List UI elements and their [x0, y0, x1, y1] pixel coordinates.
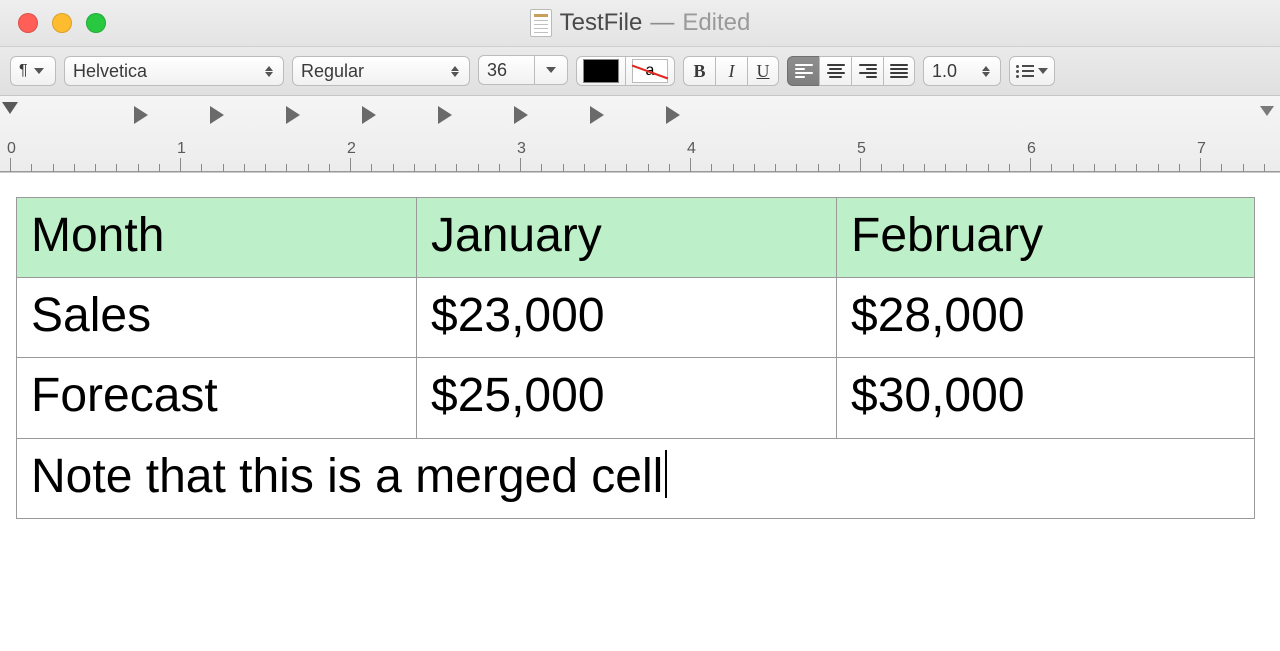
ruler-number: 1 — [177, 140, 186, 158]
ruler-number: 7 — [1197, 140, 1206, 158]
ruler-number: 6 — [1027, 140, 1036, 158]
table-cell[interactable]: $25,000 — [417, 358, 837, 438]
window-title: TestFile — Edited — [530, 9, 751, 37]
header-cell[interactable]: Month — [17, 198, 417, 278]
align-left-button[interactable] — [787, 56, 819, 86]
table-cell[interactable]: Forecast — [17, 358, 417, 438]
table-row[interactable]: Sales $23,000 $28,000 — [17, 278, 1255, 358]
font-style-value: Regular — [301, 61, 443, 82]
horizontal-ruler[interactable]: 0 1 2 3 4 5 6 7 — [0, 132, 1280, 172]
chevron-down-icon — [34, 68, 44, 74]
ruler-number: 4 — [687, 140, 696, 158]
stepper-icon — [449, 57, 461, 85]
list-style-menu[interactable] — [1009, 56, 1055, 86]
chevron-down-icon — [546, 67, 556, 73]
font-size-value: 36 — [487, 60, 526, 81]
align-left-icon — [795, 64, 813, 78]
ruler-number: 5 — [857, 140, 866, 158]
minimize-window-button[interactable] — [52, 13, 72, 33]
title-separator: — — [650, 9, 674, 37]
line-spacing-select[interactable]: 1.0 — [923, 56, 1001, 86]
alignment-group — [787, 56, 915, 86]
table-header-row[interactable]: Month January February — [17, 198, 1255, 278]
font-family-value: Helvetica — [73, 61, 257, 82]
document-canvas[interactable]: Month January February Sales $23,000 $28… — [0, 173, 1280, 519]
align-justify-icon — [890, 64, 908, 78]
tab-stop-marker[interactable] — [514, 106, 528, 124]
font-family-select[interactable]: Helvetica — [64, 56, 284, 86]
highlight-color-button[interactable]: a — [625, 56, 675, 86]
zoom-window-button[interactable] — [86, 13, 106, 33]
ruler-number: 2 — [347, 140, 356, 158]
text-cursor — [665, 450, 667, 498]
tab-stop-marker[interactable] — [438, 106, 452, 124]
color-group: a — [576, 56, 675, 86]
ruler-expand-icon[interactable] — [1260, 106, 1274, 116]
ruler-area: 0 1 2 3 4 5 6 7 — [0, 96, 1280, 173]
paragraph-style-menu[interactable]: ¶ — [10, 56, 56, 86]
line-spacing-value: 1.0 — [932, 61, 974, 82]
font-size-input[interactable]: 36 — [478, 55, 534, 85]
align-right-icon — [859, 64, 877, 78]
data-table[interactable]: Month January February Sales $23,000 $28… — [16, 197, 1255, 519]
window-controls — [18, 13, 106, 33]
align-center-icon — [827, 64, 845, 78]
bold-icon: B — [693, 61, 705, 82]
italic-icon: I — [729, 61, 735, 82]
table-merged-row[interactable]: Note that this is a merged cell — [17, 438, 1255, 518]
bold-button[interactable]: B — [683, 56, 715, 86]
underline-icon: U — [757, 61, 770, 82]
table-cell[interactable]: $23,000 — [417, 278, 837, 358]
document-icon — [530, 9, 552, 37]
chevron-down-icon — [1038, 68, 1048, 74]
align-center-button[interactable] — [819, 56, 851, 86]
tab-stop-marker[interactable] — [210, 106, 224, 124]
document-filename: TestFile — [560, 9, 643, 37]
format-toolbar: ¶ Helvetica Regular 36 a B I U — [0, 47, 1280, 96]
underline-button[interactable]: U — [747, 56, 779, 86]
table-cell[interactable]: $30,000 — [837, 358, 1255, 438]
tab-stop-marker[interactable] — [590, 106, 604, 124]
tab-stop-marker[interactable] — [362, 106, 376, 124]
bulleted-list-icon — [1016, 64, 1034, 78]
no-highlight-swatch-icon: a — [632, 59, 668, 83]
first-line-indent-marker[interactable] — [2, 102, 18, 114]
stepper-icon — [980, 57, 992, 85]
align-right-button[interactable] — [851, 56, 883, 86]
text-color-button[interactable] — [576, 56, 625, 86]
tab-stop-marker[interactable] — [134, 106, 148, 124]
close-window-button[interactable] — [18, 13, 38, 33]
ruler-number: 0 — [7, 140, 16, 158]
align-justify-button[interactable] — [883, 56, 915, 86]
window-titlebar: TestFile — Edited — [0, 0, 1280, 47]
tab-stop-row[interactable] — [0, 106, 1280, 130]
header-cell[interactable]: January — [417, 198, 837, 278]
table-row[interactable]: Forecast $25,000 $30,000 — [17, 358, 1255, 438]
text-color-swatch-icon — [583, 59, 619, 83]
document-edited-status: Edited — [682, 9, 750, 37]
stepper-icon — [263, 57, 275, 85]
pilcrow-icon: ¶ — [19, 62, 28, 80]
tab-stop-marker[interactable] — [666, 106, 680, 124]
header-cell[interactable]: February — [837, 198, 1255, 278]
table-cell[interactable]: Sales — [17, 278, 417, 358]
table-cell[interactable]: $28,000 — [837, 278, 1255, 358]
font-size-group: 36 — [478, 55, 568, 87]
merged-cell-text: Note that this is a merged cell — [31, 450, 663, 503]
font-style-select[interactable]: Regular — [292, 56, 470, 86]
tab-stop-marker[interactable] — [286, 106, 300, 124]
font-size-menu-button[interactable] — [534, 55, 568, 85]
italic-button[interactable]: I — [715, 56, 747, 86]
merged-cell[interactable]: Note that this is a merged cell — [17, 438, 1255, 518]
text-style-group: B I U — [683, 56, 779, 86]
ruler-number: 3 — [517, 140, 526, 158]
